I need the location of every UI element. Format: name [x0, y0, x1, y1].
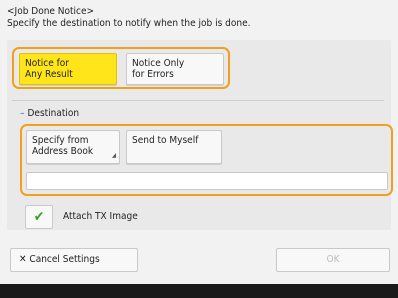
address-book-line1: Specify from [32, 135, 89, 146]
address-book-line2: Address Book [32, 146, 94, 157]
divider [12, 100, 384, 101]
close-icon: ✕ [19, 254, 27, 265]
attach-tx-image-label: Attach TX Image [63, 211, 138, 222]
destination-section-label: – Destination [20, 108, 80, 119]
ok-button[interactable]: OK [276, 248, 390, 272]
header: <Job Done Notice> Specify the destinatio… [7, 6, 250, 30]
cancel-settings-label: Cancel Settings [29, 254, 100, 265]
notice-errors-line1: Notice Only [132, 58, 185, 69]
section-bullet-icon: – [20, 108, 25, 119]
notice-errors-only-button[interactable]: Notice Only for Errors [126, 53, 224, 85]
notice-any-result-button[interactable]: Notice for Any Result [19, 53, 117, 85]
status-bar [0, 284, 398, 298]
page-subtitle: Specify the destination to notify when t… [7, 18, 251, 29]
cancel-settings-button[interactable]: ✕ Cancel Settings [10, 248, 138, 272]
ok-label: OK [326, 254, 340, 265]
notice-errors-line2: for Errors [132, 69, 174, 80]
address-book-button[interactable]: Specify from Address Book ◢ [26, 130, 120, 164]
notice-any-result-line2: Any Result [25, 69, 73, 80]
submenu-corner-icon: ◢ [111, 152, 116, 159]
attach-tx-image-checkbox[interactable]: ✔ [25, 205, 53, 229]
send-to-myself-button[interactable]: Send to Myself [126, 130, 222, 164]
checkmark-icon: ✔ [33, 209, 45, 225]
page-title: <Job Done Notice> [7, 6, 95, 17]
notice-any-result-line1: Notice for [25, 58, 69, 69]
send-to-myself-label: Send to Myself [132, 135, 199, 146]
destination-field[interactable] [26, 172, 388, 190]
